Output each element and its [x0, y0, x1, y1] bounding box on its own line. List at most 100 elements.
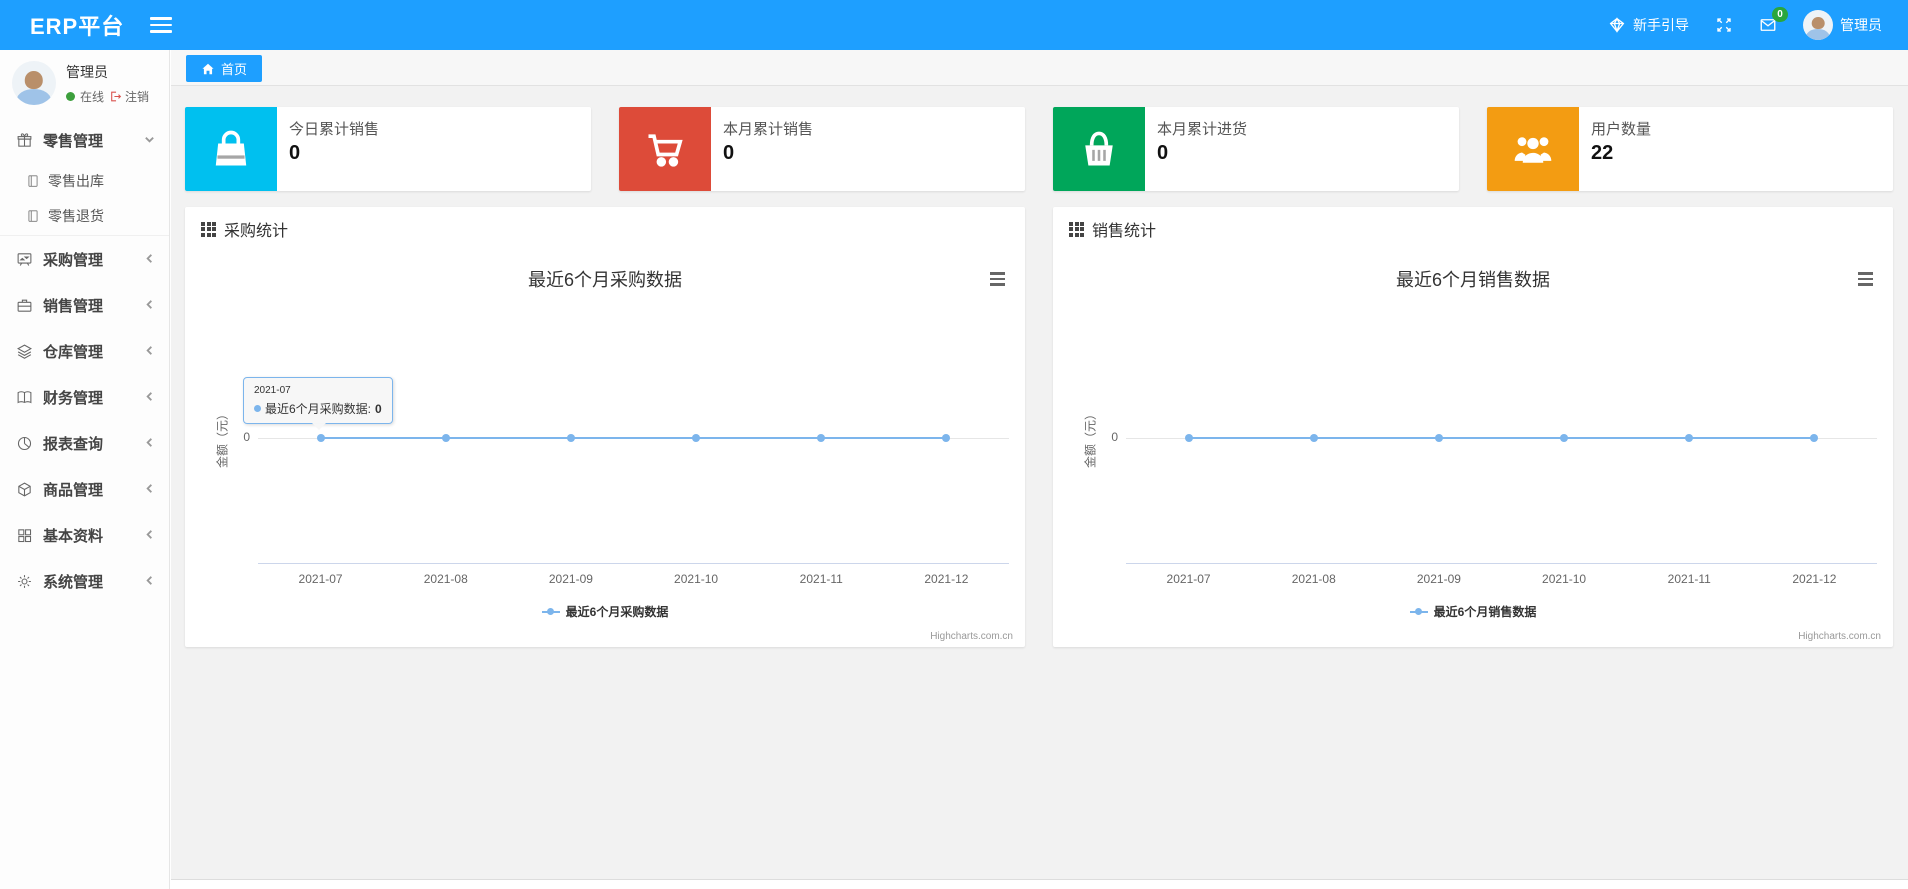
- data-point[interactable]: [942, 434, 951, 442]
- legend-marker-icon: [541, 607, 560, 616]
- legend-marker-icon: [1409, 607, 1428, 616]
- series-line: [1188, 437, 1815, 439]
- sales-stats-panel: 销售统计 最近6个月销售数据 0 金额（元） 最近6个月销售数据 Highcha…: [1053, 207, 1893, 647]
- x-axis-label: 2021-08: [423, 572, 468, 586]
- home-icon: [202, 63, 214, 74]
- sidebar-item-procurement[interactable]: 采购管理: [0, 236, 169, 282]
- footer-divider: [171, 879, 1908, 889]
- x-axis-label: 2021-07: [298, 572, 343, 586]
- x-axis-label: 2021-09: [548, 572, 593, 586]
- messages-button[interactable]: 0: [1759, 7, 1788, 34]
- finance-book-icon: [17, 390, 32, 403]
- chevron-left-icon: [144, 435, 155, 452]
- data-point[interactable]: [817, 434, 826, 442]
- app-brand: ERP平台: [30, 14, 125, 39]
- panel-title: 销售统计: [1092, 223, 1157, 240]
- sidebar-item-retail-outbound[interactable]: 零售出库: [0, 163, 169, 198]
- stat-card-today-sales: 今日累计销售 0: [185, 107, 591, 191]
- logout-button[interactable]: 注销: [109, 88, 149, 105]
- guide-button[interactable]: 新手引导: [1608, 15, 1689, 35]
- data-point[interactable]: [1810, 434, 1819, 442]
- navbar-username: 管理员: [1840, 17, 1882, 33]
- data-point[interactable]: [1560, 434, 1569, 442]
- navbar-avatar: [1803, 10, 1833, 40]
- sidebar-item-retail[interactable]: 零售管理: [0, 117, 169, 163]
- sidebar-toggle-icon[interactable]: [150, 17, 173, 33]
- x-axis-label: 2021-12: [924, 572, 969, 586]
- chart-tooltip: 2021-07 最近6个月采购数据: 0: [243, 377, 393, 430]
- chevron-left-icon: [144, 389, 155, 406]
- highcharts-credit[interactable]: Highcharts.com.cn: [930, 631, 1013, 642]
- chevron-left-icon: [144, 573, 155, 590]
- th-grid-icon: [201, 221, 216, 237]
- x-axis-line: [258, 563, 1009, 564]
- y-axis-title: 金额（元）: [1083, 407, 1098, 469]
- tooltip-series-dot: [254, 405, 261, 412]
- stat-value: 0: [1157, 142, 1169, 164]
- message-count-badge: 0: [1772, 7, 1788, 22]
- x-axis-label: 2021-10: [674, 572, 719, 586]
- sidebar: 管理员 在线 注销 零售管理 零售出库 零售退货 采购管理 销售管理 仓库管理 …: [0, 50, 170, 889]
- chevron-down-icon: [144, 132, 155, 149]
- chevron-left-icon: [144, 343, 155, 360]
- data-point[interactable]: [1184, 434, 1193, 442]
- legend-item[interactable]: 最近6个月采购数据: [541, 603, 668, 620]
- data-point[interactable]: [1434, 434, 1443, 442]
- notebook-icon: [28, 209, 38, 222]
- user-menu[interactable]: 管理员: [1803, 10, 1882, 40]
- x-axis-label: 2021-11: [1667, 572, 1711, 586]
- basket-icon: [1085, 131, 1113, 166]
- sidebar-item-products[interactable]: 商品管理: [0, 466, 169, 512]
- chevron-left-icon: [144, 297, 155, 314]
- stat-cards-row: 今日累计销售 0 本月累计销售 0 本月累计进货 0 用户数量 22: [185, 107, 1893, 191]
- highcharts-credit[interactable]: Highcharts.com.cn: [1798, 631, 1881, 642]
- y-axis-title: 金额（元）: [215, 407, 230, 469]
- chart-panels-row: 采购统计 最近6个月采购数据 0 金额（元） 最近6个月采购数据 Highcha…: [185, 207, 1893, 647]
- data-point[interactable]: [692, 434, 701, 442]
- data-point[interactable]: [1309, 434, 1318, 442]
- sidebar-avatar: [12, 61, 56, 105]
- online-status-dot: [66, 91, 75, 101]
- stat-card-user-count: 用户数量 22: [1487, 107, 1893, 191]
- logout-icon: [111, 91, 122, 101]
- x-axis-label: 2021-10: [1542, 572, 1587, 586]
- sidebar-item-reports[interactable]: 报表查询: [0, 420, 169, 466]
- chart-title: 最近6个月采购数据: [527, 270, 682, 290]
- sidebar-item-basic-data[interactable]: 基本资料: [0, 512, 169, 558]
- main-content: 今日累计销售 0 本月累计销售 0 本月累计进货 0 用户数量 22 采购统计 …: [171, 86, 1908, 879]
- shopping-bag-icon: [215, 130, 247, 166]
- data-point[interactable]: [1685, 434, 1694, 442]
- stat-label: 本月累计进货: [1157, 121, 1248, 138]
- sidebar-item-system[interactable]: 系统管理: [0, 558, 169, 604]
- x-axis-label: 2021-09: [1416, 572, 1461, 586]
- legend-item[interactable]: 最近6个月销售数据: [1409, 603, 1537, 620]
- panel-header: 采购统计: [185, 207, 1025, 251]
- briefcase-icon: [17, 299, 32, 312]
- sidebar-item-retail-return[interactable]: 零售退货: [0, 198, 169, 233]
- x-axis-label: 2021-08: [1291, 572, 1336, 586]
- sidebar-username: 管理员: [66, 63, 108, 80]
- sidebar-item-finance[interactable]: 财务管理: [0, 374, 169, 420]
- legend-label: 最近6个月销售数据: [1433, 605, 1537, 619]
- sidebar-item-sales[interactable]: 销售管理: [0, 282, 169, 328]
- cart-icon: [648, 134, 683, 167]
- purchase-chart: 最近6个月采购数据 0 金额（元） 最近6个月采购数据 Highcharts.c…: [185, 251, 1025, 647]
- chevron-left-icon: [144, 481, 155, 498]
- chart-context-menu-button[interactable]: [1853, 269, 1877, 289]
- layers-icon: [17, 344, 32, 359]
- tooltip-header: 2021-07: [254, 385, 291, 396]
- data-point[interactable]: [316, 434, 325, 442]
- chart-context-menu-button[interactable]: [985, 269, 1009, 289]
- sidebar-user-block: 管理员 在线 注销: [0, 50, 169, 117]
- th-grid-icon: [1069, 221, 1084, 237]
- tooltip-value: 0: [375, 401, 382, 416]
- sidebar-item-warehouse[interactable]: 仓库管理: [0, 328, 169, 374]
- data-point[interactable]: [441, 434, 450, 442]
- data-point[interactable]: [566, 434, 575, 442]
- pie-chart-icon: [17, 436, 32, 450]
- fullscreen-button[interactable]: [1715, 16, 1733, 34]
- stat-label: 本月累计销售: [723, 121, 814, 138]
- series-line: [320, 437, 947, 439]
- package-icon: [18, 482, 31, 496]
- tab-home[interactable]: 首页: [186, 55, 263, 82]
